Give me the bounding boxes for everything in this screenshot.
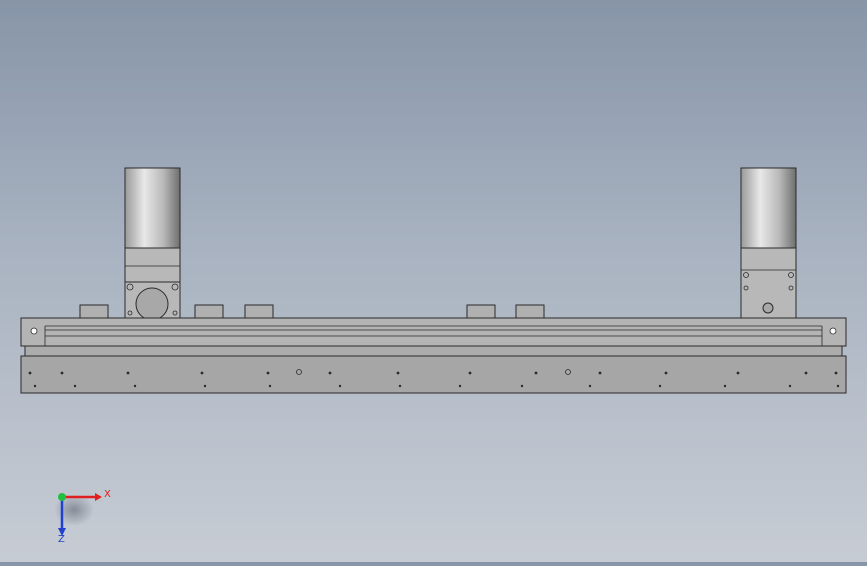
mounting-hole — [658, 384, 662, 388]
mounting-hole — [468, 371, 472, 375]
cad-viewport[interactable]: X Z — [0, 0, 867, 562]
mounting-hole — [804, 371, 808, 375]
right-motor-cylinder — [740, 167, 797, 249]
mounting-hole — [33, 384, 37, 388]
mounting-hole — [736, 371, 740, 375]
mounting-hole — [203, 384, 207, 388]
linear-rail[interactable] — [20, 317, 847, 357]
mounting-hole — [73, 384, 77, 388]
mounting-hole — [396, 371, 400, 375]
x-axis-label: X — [104, 489, 111, 500]
carriage-block — [194, 304, 224, 319]
mounting-hole — [588, 384, 592, 388]
mounting-hole — [520, 384, 524, 388]
cad-model-view[interactable]: X Z — [0, 0, 867, 562]
base-plate[interactable] — [20, 355, 847, 394]
mounting-hole — [534, 371, 538, 375]
left-motor[interactable] — [124, 167, 181, 321]
mounting-hole — [200, 371, 204, 375]
mounting-hole — [598, 371, 602, 375]
mounting-hole — [458, 384, 462, 388]
mounting-hole — [834, 371, 838, 375]
z-axis-label: Z — [58, 534, 65, 545]
mounting-hole — [398, 384, 402, 388]
mounting-hole — [126, 371, 130, 375]
carriage-block — [515, 304, 545, 319]
mounting-hole — [723, 384, 727, 388]
right-motor[interactable] — [740, 167, 797, 319]
right-motor-shaft — [762, 302, 774, 314]
mounting-hole — [836, 384, 840, 388]
x-arrow-head — [95, 493, 102, 501]
carriage-block — [79, 304, 109, 319]
mounting-hole — [328, 371, 332, 375]
mounting-hole — [788, 384, 792, 388]
left-motor-cylinder — [124, 167, 181, 249]
mounting-hole — [266, 371, 270, 375]
carriage-block — [244, 304, 274, 319]
y-axis-dot — [58, 493, 66, 501]
left-motor-flange — [124, 247, 181, 283]
mounting-hole — [28, 371, 32, 375]
rail-top — [20, 317, 847, 347]
rail-end-hole-left — [30, 327, 38, 335]
mounting-hole — [268, 384, 272, 388]
mounting-hole — [133, 384, 137, 388]
mounting-hole — [338, 384, 342, 388]
carriage-block — [466, 304, 496, 319]
rail-end-hole-right — [829, 327, 837, 335]
mounting-hole — [60, 371, 64, 375]
rail-middle — [24, 345, 843, 357]
left-gearbox-shaft — [135, 287, 169, 321]
axis-triad[interactable]: X Z — [54, 489, 111, 545]
mounting-hole — [664, 371, 668, 375]
